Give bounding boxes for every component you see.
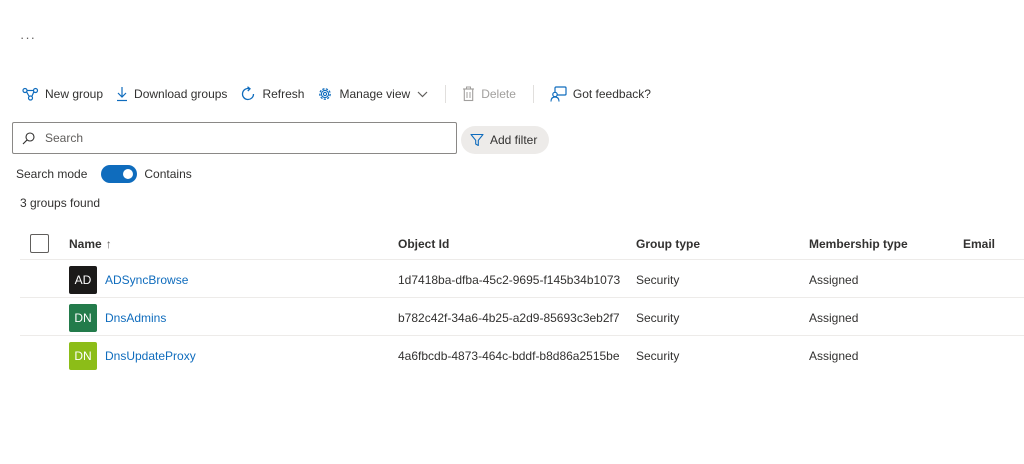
group-type-cell: Security bbox=[636, 349, 680, 363]
toolbar-divider bbox=[532, 85, 534, 103]
column-header-membership-type[interactable]: Membership type bbox=[809, 237, 908, 251]
trash-icon bbox=[463, 86, 475, 102]
download-groups-button[interactable]: Download groups bbox=[116, 82, 227, 106]
group-name-link[interactable]: DnsUpdateProxy bbox=[105, 349, 196, 363]
groups-table: Name ↑ Object Id Group type Membership ty… bbox=[20, 226, 1024, 374]
delete-button[interactable]: Delete bbox=[462, 82, 516, 106]
membership-type-cell: Assigned bbox=[809, 273, 859, 287]
group-type-cell: Security bbox=[636, 273, 680, 287]
object-id-cell: 1d7418ba-dfba-45c2-9695-f145b34b1073 bbox=[398, 273, 621, 287]
command-bar: New group Download groups Refresh Manage… bbox=[22, 82, 664, 106]
people-network-icon bbox=[22, 87, 39, 101]
manage-view-button[interactable]: Manage view bbox=[317, 82, 428, 106]
membership-type-cell: Assigned bbox=[809, 311, 859, 325]
object-id-cell: 4a6fbcdb-4873-464c-bddf-b8d86a2515be bbox=[398, 349, 620, 363]
delete-label: Delete bbox=[481, 87, 516, 101]
refresh-icon bbox=[242, 86, 255, 101]
refresh-label: Refresh bbox=[262, 87, 305, 101]
search-mode-toggle[interactable] bbox=[101, 165, 138, 183]
manage-view-label: Manage view bbox=[339, 87, 411, 101]
search-input[interactable] bbox=[45, 131, 425, 145]
add-filter-label: Add filter bbox=[490, 133, 538, 147]
toolbar-divider bbox=[445, 85, 447, 103]
select-all-checkbox[interactable] bbox=[30, 234, 49, 253]
gear-icon bbox=[319, 88, 332, 100]
table-row[interactable]: AD ADSyncBrowse 1d7418ba-dfba-45c2-9695-… bbox=[20, 260, 1024, 298]
results-count: 3 groups found bbox=[20, 196, 101, 210]
new-group-button[interactable]: New group bbox=[22, 82, 103, 106]
download-icon bbox=[117, 87, 128, 102]
object-id-cell: b782c42f-34a6-4b25-a2d9-85693c3eb2f7 bbox=[398, 311, 620, 325]
sort-ascending-icon: ↑ bbox=[105, 237, 112, 251]
membership-type-cell: Assigned bbox=[809, 349, 859, 363]
group-avatar: DN bbox=[69, 304, 97, 332]
column-header-object-id[interactable]: Object Id bbox=[398, 237, 449, 251]
toggle-knob bbox=[123, 169, 134, 179]
add-filter-button[interactable]: Add filter bbox=[461, 126, 549, 154]
group-avatar: AD bbox=[69, 266, 97, 294]
more-options-icon[interactable]: ··· bbox=[20, 30, 36, 45]
search-box[interactable] bbox=[12, 122, 457, 154]
chevron-down-icon bbox=[417, 91, 428, 97]
filter-icon bbox=[470, 133, 484, 147]
table-row[interactable]: DN DnsUpdateProxy 4a6fbcdb-4873-464c-bdd… bbox=[20, 336, 1024, 374]
search-mode-label: Search mode bbox=[16, 167, 88, 181]
column-name-label: Name bbox=[69, 237, 102, 251]
feedback-label: Got feedback? bbox=[572, 87, 651, 101]
group-name-link[interactable]: ADSyncBrowse bbox=[105, 273, 188, 287]
new-group-label: New group bbox=[45, 87, 104, 101]
search-mode: Search mode Contains bbox=[16, 165, 192, 183]
group-type-cell: Security bbox=[636, 311, 680, 325]
download-groups-label: Download groups bbox=[134, 87, 228, 101]
group-avatar: DN bbox=[69, 342, 97, 370]
search-icon bbox=[22, 131, 35, 144]
feedback-button[interactable]: Got feedback? bbox=[550, 82, 651, 106]
refresh-button[interactable]: Refresh bbox=[240, 82, 304, 106]
table-row[interactable]: DN DnsAdmins b782c42f-34a6-4b25-a2d9-856… bbox=[20, 298, 1024, 336]
column-header-group-type[interactable]: Group type bbox=[636, 237, 700, 251]
feedback-person-icon bbox=[550, 86, 567, 102]
column-header-name[interactable]: Name ↑ bbox=[69, 237, 112, 251]
table-header: Name ↑ Object Id Group type Membership ty… bbox=[20, 226, 1024, 260]
group-name-link[interactable]: DnsAdmins bbox=[105, 311, 166, 325]
column-header-email[interactable]: Email bbox=[963, 237, 995, 251]
search-mode-value: Contains bbox=[144, 167, 192, 181]
